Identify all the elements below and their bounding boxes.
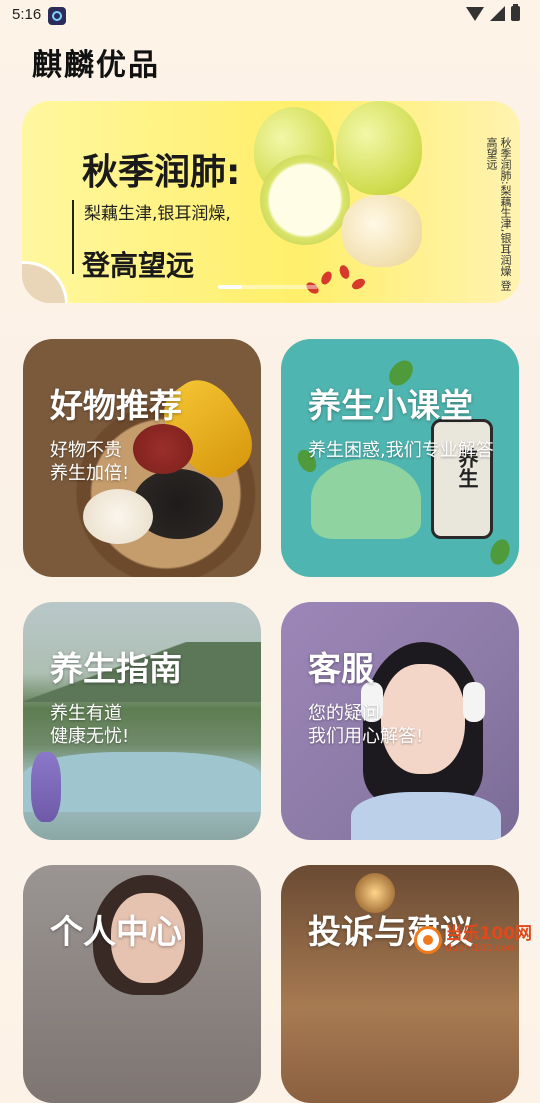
card-good-products[interactable]: 好物推荐 好物不贵 养生加倍! xyxy=(23,339,261,577)
can-image: 养生 xyxy=(431,419,493,539)
watermark-logo-icon xyxy=(413,925,442,954)
banner-divider xyxy=(72,200,74,274)
shirt-image xyxy=(351,792,501,840)
card-title: 个人中心 xyxy=(50,912,182,951)
watermark-url: duohi100.com xyxy=(445,943,518,954)
card-health-class[interactable]: 养生 养生小课堂 养生困惑,我们专业解答 xyxy=(281,339,519,577)
card-customer-service[interactable]: 客服 您的疑问 我们用心解答! xyxy=(281,602,519,840)
rice-image xyxy=(83,489,153,544)
battery-icon xyxy=(511,4,520,21)
goji-berry xyxy=(319,269,334,287)
card-title: 养生指南 xyxy=(50,649,182,688)
cut-pear-image xyxy=(260,155,350,245)
leaf-icon xyxy=(487,536,513,568)
carousel-indicator-active xyxy=(218,285,242,289)
signal-icon xyxy=(490,6,505,21)
bowl-image xyxy=(22,261,68,303)
banner-vertical-text: 秋季润肺:梨藕生津,银耳润燥 登高望远 xyxy=(485,137,512,291)
page-title: 麒麟优品 xyxy=(32,48,160,83)
watermark-text: 当乐100网 xyxy=(445,924,533,944)
status-icons xyxy=(466,4,520,21)
card-subtitle: 您的疑问 我们用心解答! xyxy=(308,703,424,747)
card-health-guide[interactable]: 养生指南 养生有道 健康无忧! xyxy=(23,602,261,840)
white-fungus-image xyxy=(342,195,422,267)
banner-carousel[interactable]: 秋季润肺: 梨藕生津,银耳润燥, 登高望远 秋季润肺:梨藕生津,银耳润燥 登高望… xyxy=(22,101,520,303)
wifi-icon xyxy=(466,6,484,21)
card-subtitle: 养生困惑,我们专业解答 xyxy=(308,440,494,461)
card-title: 养生小课堂 xyxy=(308,386,473,425)
card-title: 客服 xyxy=(308,649,374,688)
card-personal-center[interactable]: 个人中心 xyxy=(23,865,261,1103)
app-notification-icon xyxy=(48,7,66,25)
card-subtitle: 养生有道 健康无忧! xyxy=(50,703,130,747)
card-subtitle: 好物不贵 养生加倍! xyxy=(50,440,130,484)
lavender-image xyxy=(31,752,61,822)
goji-berry xyxy=(350,276,367,292)
card-complaints-suggestions[interactable]: 投诉与建议 xyxy=(281,865,519,1103)
watermark: 当乐100网 duohi100.com xyxy=(413,924,533,954)
status-time: 5:16 xyxy=(12,6,42,23)
banner-title: 秋季润肺: xyxy=(82,152,241,193)
banner-subtitle: 梨藕生津,银耳润燥, xyxy=(84,204,231,224)
goji-berry xyxy=(337,263,352,281)
status-bar: 5:16 xyxy=(0,0,540,30)
person-illustration xyxy=(311,459,421,539)
pear-image xyxy=(336,101,422,195)
banner-subtitle-2: 登高望远 xyxy=(82,249,195,282)
card-title: 好物推荐 xyxy=(50,386,182,425)
